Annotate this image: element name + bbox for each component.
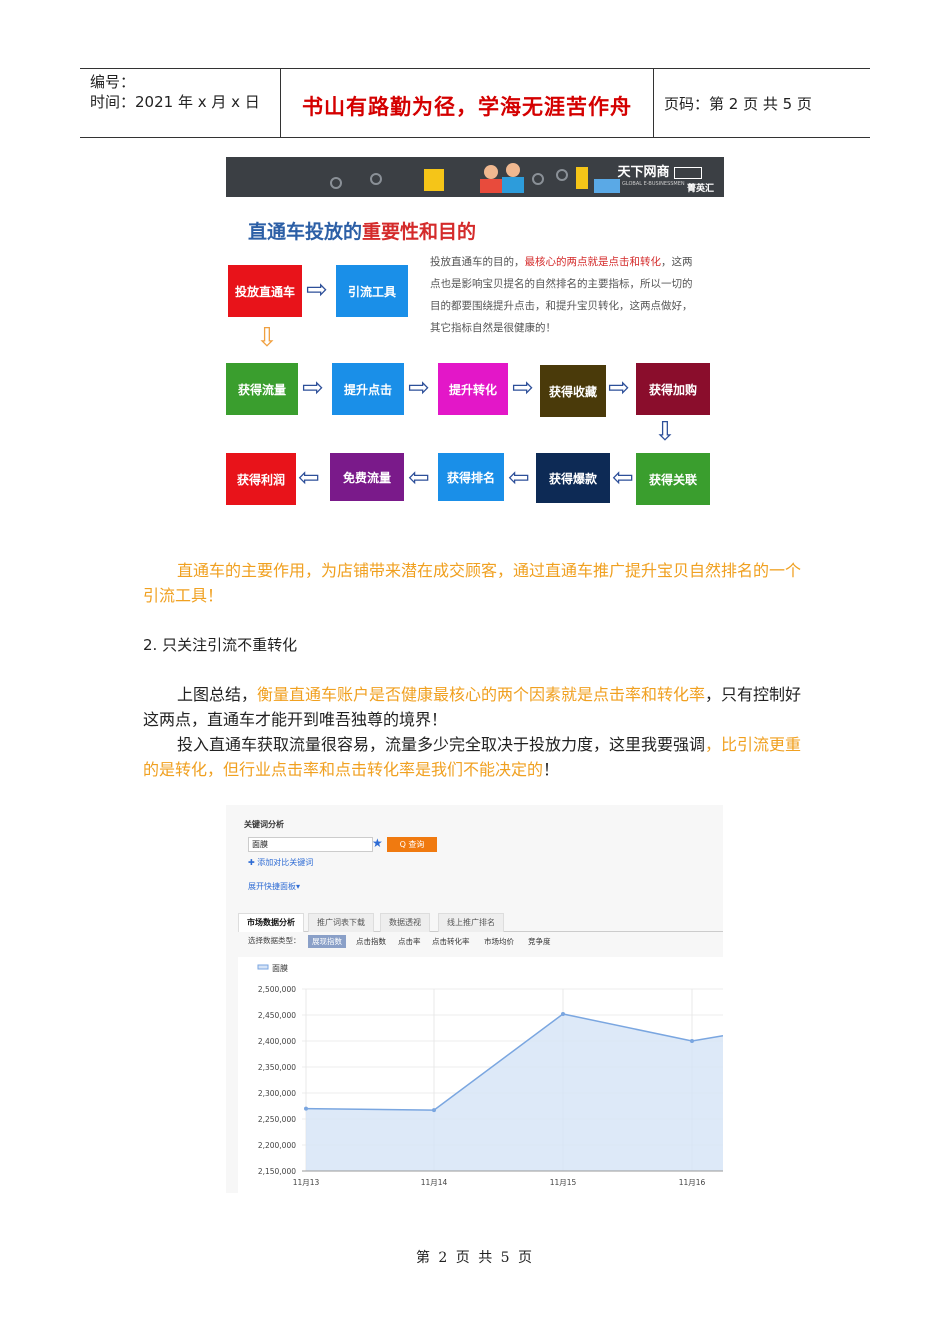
x-tick-label: 11月16 <box>679 1178 706 1187</box>
y-tick-label: 2,450,000 <box>258 1011 296 1020</box>
header-right-cell: 页码：第 2 页 共 5 页 <box>654 69 870 137</box>
trend-chart: 面膜 2,500,000 2,450,000 2,400,000 2,350,000 2,… <box>257 963 723 1187</box>
y-tick-label: 2,200,000 <box>258 1141 296 1150</box>
y-tick-label: 2,500,000 <box>258 985 296 994</box>
logo-box-icon <box>674 166 702 179</box>
tab-keyword-download[interactable]: 推广词表下载 <box>308 913 374 932</box>
arrow-right-icon: ⇨ <box>408 373 430 403</box>
tab-market-data[interactable]: 市场数据分析 <box>238 913 304 932</box>
infographic: 天下网商 GLOBAL E-BUSINESSMEN 菁英汇 直通车投放的重要性和… <box>226 157 724 509</box>
x-tick-label: 11月15 <box>550 1178 577 1187</box>
y-tick-label: 2,250,000 <box>258 1115 296 1124</box>
section-2-title: 2. 只关注引流不重转化 <box>143 636 298 654</box>
flow-box-get-ranking: 获得排名 <box>438 453 504 501</box>
data-point <box>561 1011 565 1016</box>
page-info: 页码：第 2 页 共 5 页 <box>664 95 812 113</box>
chip-impression-index[interactable]: 展现指数 <box>308 935 346 948</box>
flow-box-raise-clicks: 提升点击 <box>332 363 404 415</box>
flow-box-launch: 投放直通车 <box>228 265 302 317</box>
brand-main: 天下网商 <box>617 161 702 180</box>
flow-box-traffic-tool: 引流工具 <box>336 265 408 317</box>
page-footer: 第 2 页 共 5 页 <box>415 1250 535 1266</box>
chart-container: 面膜 2,500,000 2,450,000 2,400,000 2,350,000 2,… <box>238 957 723 1193</box>
time-label: 时间：2021 年 x 月 x 日 <box>90 93 260 111</box>
legend-swatch <box>257 964 269 970</box>
arrow-right-icon: ⇨ <box>306 275 328 305</box>
person-icon <box>506 163 520 177</box>
series-area <box>306 1013 723 1171</box>
arrow-left-icon: ⇦ <box>408 463 430 493</box>
keyword-search-input[interactable]: 面膜 <box>248 837 373 852</box>
data-point <box>432 1108 436 1113</box>
chip-market-avg-price[interactable]: 市场均价 <box>480 935 518 948</box>
circle-icon <box>532 173 544 185</box>
flow-box-get-traffic: 获得流量 <box>226 363 298 415</box>
tab-bar: 市场数据分析 推广词表下载 数据透视 线上推广排名 <box>238 909 723 932</box>
arrow-right-icon: ⇨ <box>608 373 630 403</box>
tab-online-ranking[interactable]: 线上推广排名 <box>438 913 504 932</box>
keyword-analysis-screenshot: 关键词分析 面膜 ★ Q 查询 ✚ 添加对比关键词 展开快捷面板▾ 市场数据分析… <box>226 805 723 1193</box>
motto-text: 书山有路勤为径，学海无涯苦作舟 <box>302 94 632 119</box>
infographic-description: 投放直通车的目的，最核心的两点就是点击和转化，这两点也是影响宝贝提名的自然排名的… <box>430 256 693 334</box>
y-tick-label: 2,400,000 <box>258 1037 296 1046</box>
flow-box-free-traffic: 免费流量 <box>330 453 404 501</box>
x-tick-label: 11月13 <box>293 1178 320 1187</box>
circle-icon <box>556 169 568 181</box>
query-button[interactable]: Q 查询 <box>387 837 437 852</box>
header-left-cell: 编号： 时间：2021 年 x 月 x 日 <box>80 69 281 137</box>
y-tick-label: 2,150,000 <box>258 1167 296 1176</box>
flow-box-get-profit: 获得利润 <box>226 453 296 505</box>
chip-ctr[interactable]: 点击率 <box>394 935 425 948</box>
chip-click-conversion[interactable]: 点击转化率 <box>428 935 474 948</box>
arrow-left-icon: ⇦ <box>612 463 634 493</box>
panel-title: 关键词分析 <box>244 820 284 829</box>
infographic-title: 直通车投放的重要性和目的 <box>248 221 477 243</box>
chip-click-index[interactable]: 点击指数 <box>352 935 390 948</box>
arrow-left-icon: ⇦ <box>508 463 530 493</box>
data-point <box>304 1106 308 1111</box>
expand-panel-link[interactable]: 展开快捷面板▾ <box>248 881 300 892</box>
arrow-down-icon: ⇩ <box>256 323 278 353</box>
brand-sub: 菁英汇 <box>686 184 714 194</box>
lamp-icon <box>576 167 588 189</box>
paragraph-main-role: 直通车的主要作用，为店铺带来潜在成交顾客，通过直通车推广提升宝贝自然排名的一个引… <box>143 561 802 605</box>
circle-icon <box>370 173 382 185</box>
x-tick-label: 11月14 <box>421 1178 448 1187</box>
arrow-right-icon: ⇨ <box>512 373 534 403</box>
circle-icon <box>330 177 342 189</box>
header-middle-cell: 书山有路勤为径，学海无涯苦作舟 <box>281 69 654 137</box>
person-body-icon <box>502 177 524 193</box>
data-point <box>690 1039 694 1043</box>
flow-box-get-hit: 获得爆款 <box>536 453 610 503</box>
monitor-icon <box>594 179 620 193</box>
building-icon <box>424 169 444 191</box>
arrow-left-icon: ⇦ <box>298 463 320 493</box>
paragraph-emphasis: 投入直通车获取流量很容易，流量多少完全取决于投放力度，这里我要强调，比引流更重的… <box>143 735 802 779</box>
flow-box-raise-conversion: 提升转化 <box>438 363 508 415</box>
y-tick-label: 2,300,000 <box>258 1089 296 1098</box>
header-table: 编号： 时间：2021 年 x 月 x 日 书山有路勤为径，学海无涯苦作舟 页码… <box>80 68 870 138</box>
code-label: 编号： <box>90 73 136 91</box>
arrow-right-icon: ⇨ <box>302 373 324 403</box>
y-tick-label: 2,350,000 <box>258 1063 296 1072</box>
data-type-label: 选择数据类型： <box>248 936 301 945</box>
brand-en: GLOBAL E-BUSINESSMEN <box>622 181 685 187</box>
person-icon <box>484 165 498 179</box>
infographic-banner: 天下网商 GLOBAL E-BUSINESSMEN 菁英汇 <box>226 157 724 197</box>
star-icon[interactable]: ★ <box>372 836 383 850</box>
arrow-down-icon: ⇩ <box>654 417 676 447</box>
legend-label: 面膜 <box>272 963 288 973</box>
flow-box-get-cart: 获得加购 <box>636 363 710 415</box>
flow-box-get-association: 获得关联 <box>636 453 710 505</box>
flow-box-get-favorites: 获得收藏 <box>540 365 606 417</box>
chip-competition[interactable]: 竞争度 <box>524 935 555 948</box>
laptop-icon <box>480 179 502 193</box>
add-compare-link[interactable]: ✚ 添加对比关键词 <box>248 857 313 868</box>
paragraph-summary: 上图总结，衡量直通车账户是否健康最核心的两个因素就是点击率和转化率，只有控制好这… <box>143 685 802 729</box>
tab-data-pivot[interactable]: 数据透视 <box>380 913 430 932</box>
